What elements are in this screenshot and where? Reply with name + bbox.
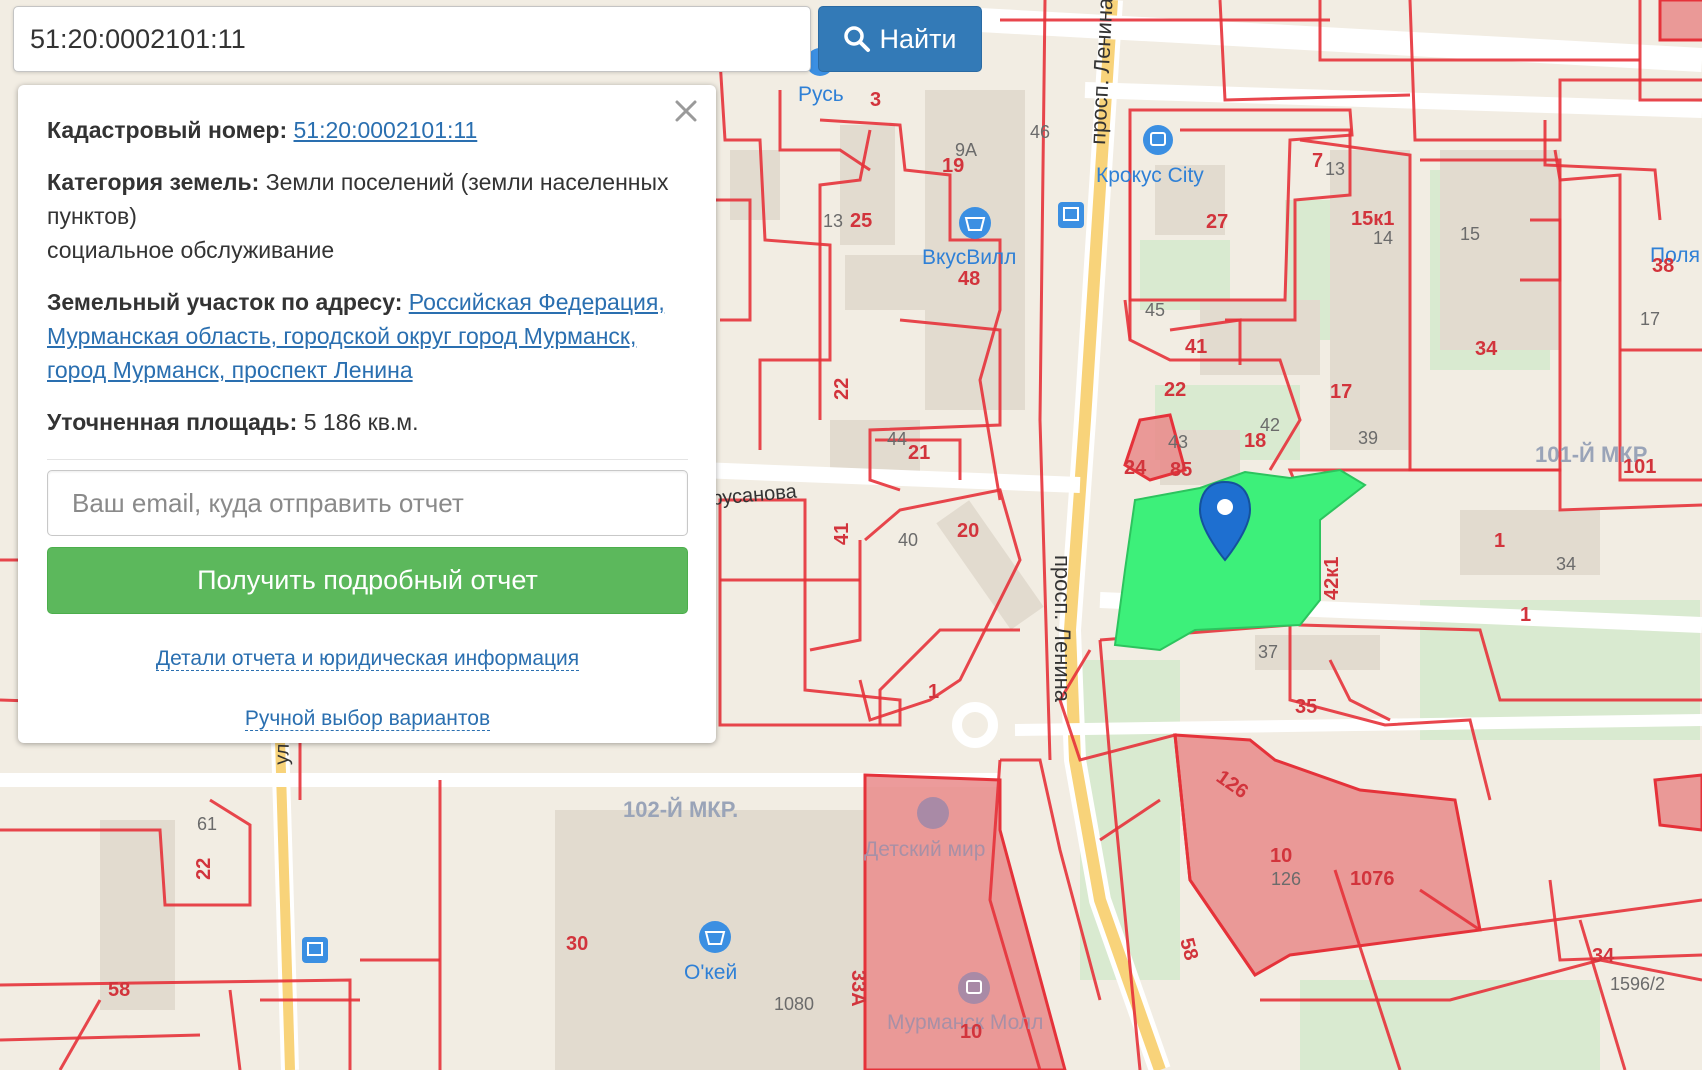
poi-shop-icon xyxy=(958,972,990,1004)
bus-stop-icon xyxy=(302,937,328,963)
category-row: Категория земель: Земли поселений (земли… xyxy=(47,165,688,233)
svg-text:44: 44 xyxy=(887,429,907,449)
area-label: Уточненная площадь: xyxy=(47,409,298,435)
usage-value: социальное обслуживание xyxy=(47,237,335,263)
svg-text:34: 34 xyxy=(1556,554,1576,574)
address-label: Земельный участок по адресу: xyxy=(47,289,403,315)
svg-text:101: 101 xyxy=(1623,456,1656,478)
parcel-number: 41 xyxy=(831,523,853,545)
address-row: Земельный участок по адресу: Российская … xyxy=(47,285,688,387)
svg-text:43: 43 xyxy=(1168,432,1188,452)
poi-shop-icon xyxy=(1143,125,1173,155)
svg-text:1: 1 xyxy=(1494,530,1505,552)
svg-text:15к1: 15к1 xyxy=(1351,208,1394,230)
svg-text:10: 10 xyxy=(960,1021,982,1043)
poi-label: Крокус City xyxy=(1096,164,1204,187)
svg-text:21: 21 xyxy=(908,442,930,464)
street-label: просп. Ленина xyxy=(1050,555,1075,703)
manual-selection-link[interactable]: Ручной выбор вариантов xyxy=(47,702,688,736)
report-details-link[interactable]: Детали отчета и юридическая информация xyxy=(47,642,688,676)
email-field[interactable] xyxy=(47,470,688,536)
svg-text:38: 38 xyxy=(1652,255,1674,277)
divider xyxy=(47,459,688,460)
poi-basket-icon xyxy=(699,921,731,953)
svg-text:24: 24 xyxy=(1124,457,1147,479)
svg-text:40: 40 xyxy=(898,530,918,550)
svg-text:46: 46 xyxy=(1030,122,1050,142)
cadastral-number-link[interactable]: 51:20:0002101:11 xyxy=(294,117,478,143)
svg-text:34: 34 xyxy=(1592,945,1615,967)
poi-label: О'кей xyxy=(684,961,737,984)
svg-text:7: 7 xyxy=(1312,150,1323,172)
poi-label: Русь xyxy=(798,83,844,106)
svg-text:37: 37 xyxy=(1258,642,1278,662)
cadastral-row: Кадастровый номер: 51:20:0002101:11 xyxy=(47,113,688,147)
svg-text:3: 3 xyxy=(870,89,881,111)
poi-label: Детский мир xyxy=(864,838,985,861)
svg-text:18: 18 xyxy=(1244,430,1266,452)
svg-text:22: 22 xyxy=(1164,379,1186,401)
svg-text:15: 15 xyxy=(1460,224,1480,244)
parcel-number: 22 xyxy=(831,378,853,400)
svg-text:1: 1 xyxy=(928,681,939,703)
svg-text:35: 35 xyxy=(1295,696,1317,718)
search-input[interactable] xyxy=(13,6,811,72)
svg-text:25: 25 xyxy=(850,210,872,232)
poi-basket-icon xyxy=(959,207,991,239)
svg-text:30: 30 xyxy=(566,933,588,955)
get-report-button[interactable]: Получить подробный отчет xyxy=(47,547,688,614)
area-row: Уточненная площадь: 5 186 кв.м. xyxy=(47,405,688,439)
poi-toy-icon xyxy=(917,797,949,829)
category-label: Категория земель: xyxy=(47,169,260,195)
svg-text:39: 39 xyxy=(1358,428,1378,448)
parcel-number: 33А xyxy=(847,970,869,1007)
search-button[interactable]: Найти xyxy=(818,6,982,72)
svg-text:1076: 1076 xyxy=(1350,868,1395,890)
svg-text:17: 17 xyxy=(1330,381,1352,403)
svg-text:41: 41 xyxy=(1185,336,1207,358)
svg-text:1080: 1080 xyxy=(774,994,814,1014)
street-label: ул xyxy=(271,743,294,765)
svg-text:85: 85 xyxy=(1170,459,1192,481)
svg-text:13: 13 xyxy=(1325,159,1345,179)
svg-text:58: 58 xyxy=(108,979,130,1001)
close-icon[interactable] xyxy=(670,95,702,127)
svg-text:45: 45 xyxy=(1145,300,1165,320)
district-label: 102-Й МКР. xyxy=(623,797,738,822)
svg-text:20: 20 xyxy=(957,520,979,542)
svg-text:48: 48 xyxy=(958,268,980,290)
svg-text:27: 27 xyxy=(1206,211,1228,233)
svg-text:1596/2: 1596/2 xyxy=(1610,974,1665,994)
parcel-number: 42к1 xyxy=(1321,557,1343,600)
parcel-number: 22 xyxy=(193,858,215,880)
cadastral-label: Кадастровый номер: xyxy=(47,117,288,143)
svg-text:13: 13 xyxy=(823,211,843,231)
svg-text:1: 1 xyxy=(1520,604,1531,626)
svg-text:14: 14 xyxy=(1373,228,1393,248)
area-value: 5 186 кв.м. xyxy=(303,409,419,435)
search-icon xyxy=(844,26,871,52)
svg-text:10: 10 xyxy=(1270,845,1292,867)
svg-text:34: 34 xyxy=(1475,338,1498,360)
svg-text:61: 61 xyxy=(197,814,217,834)
search-button-label: Найти xyxy=(879,23,957,54)
svg-text:17: 17 xyxy=(1640,309,1660,329)
svg-text:19: 19 xyxy=(942,155,964,177)
bus-stop-icon xyxy=(1058,202,1084,228)
poi-label: ВкусВилл xyxy=(922,246,1016,269)
parcel-info-panel: Кадастровый номер: 51:20:0002101:11 Кате… xyxy=(18,85,716,743)
svg-text:126: 126 xyxy=(1271,869,1301,889)
